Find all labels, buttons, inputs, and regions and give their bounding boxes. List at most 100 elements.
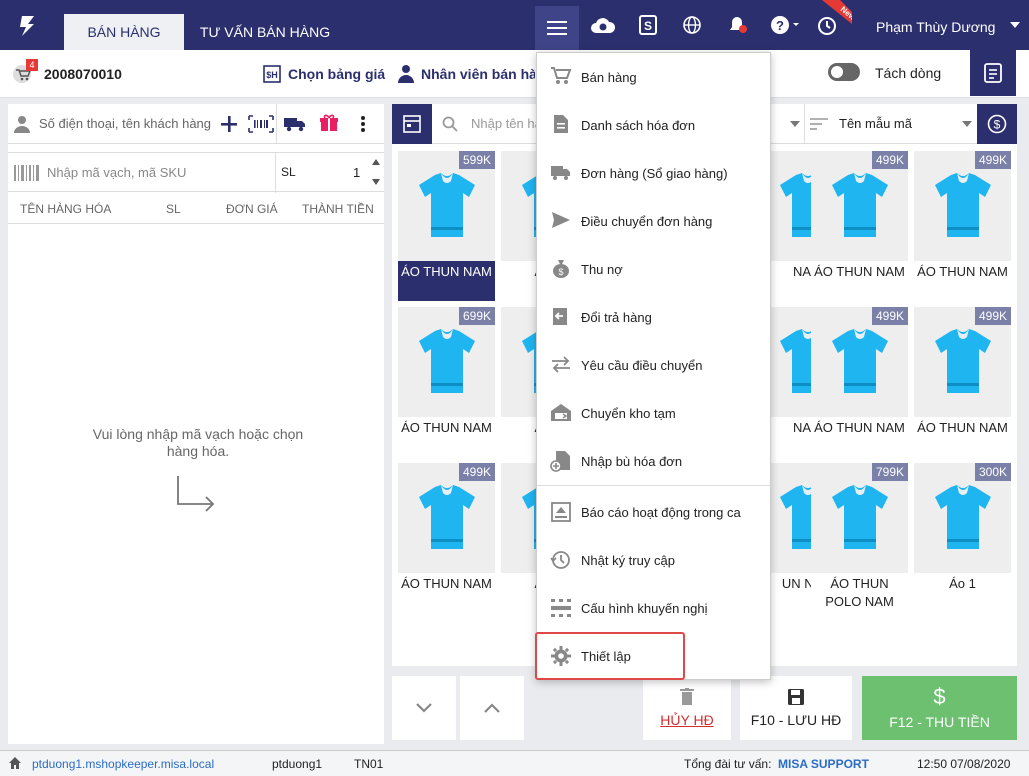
menu-item-label: Đổi trả hàng bbox=[581, 309, 652, 325]
chevron-down-icon[interactable] bbox=[962, 121, 972, 127]
price-list-icon: $H bbox=[263, 65, 281, 83]
warehouse-icon bbox=[541, 402, 581, 424]
split-line-toggle[interactable] bbox=[828, 63, 860, 81]
col-total: THÀNH TIỀN bbox=[302, 202, 374, 216]
qty-up-icon[interactable] bbox=[372, 159, 380, 165]
menu-item-send[interactable]: Điều chuyển đơn hàng bbox=[537, 197, 770, 245]
menu-item-delivery[interactable]: Đơn hàng (Sổ giao hàng) bbox=[537, 149, 770, 197]
currency-button[interactable]: $ bbox=[977, 104, 1017, 144]
save-invoice-button[interactable]: F10 - LƯU HĐ bbox=[740, 676, 852, 740]
menu-item-cart[interactable]: Bán hàng bbox=[537, 53, 770, 101]
menu-item-document[interactable]: Danh sách hóa đơn bbox=[537, 101, 770, 149]
product-name: ÁO THUN NAM bbox=[917, 420, 1008, 435]
chevron-down-icon[interactable] bbox=[1010, 22, 1020, 28]
menu-item-transfer[interactable]: Yêu cầu điều chuyển bbox=[537, 341, 770, 389]
person-icon bbox=[14, 116, 30, 133]
product-name: Áo 1 bbox=[949, 576, 976, 591]
transfer-icon bbox=[541, 354, 581, 376]
view-toggle-button[interactable] bbox=[392, 104, 432, 144]
menu-button[interactable] bbox=[535, 6, 579, 50]
globe-icon bbox=[683, 16, 701, 34]
svg-text:$: $ bbox=[558, 267, 563, 277]
barcode-scan-icon[interactable] bbox=[248, 115, 274, 133]
gift-icon[interactable] bbox=[320, 114, 338, 132]
notification-button[interactable] bbox=[723, 10, 753, 40]
pay-button[interactable]: $ F12 - THU TIỀN bbox=[862, 676, 1017, 740]
money-bag-icon: $ bbox=[541, 258, 581, 280]
sort-select[interactable]: Tên mẫu mã bbox=[839, 116, 912, 131]
staff-icon bbox=[398, 65, 414, 83]
customer-search-input[interactable]: Số điện thoại, tên khách hàng bbox=[39, 116, 211, 131]
menu-item-label: Yêu cầu điều chuyển bbox=[581, 357, 703, 373]
sales-staff-button[interactable]: Nhân viên bán hàng bbox=[421, 66, 535, 82]
menu-item-return[interactable]: Đổi trả hàng bbox=[537, 293, 770, 341]
scroll-up-button[interactable] bbox=[460, 676, 524, 740]
truck-icon[interactable] bbox=[284, 116, 306, 132]
qty-down-icon[interactable] bbox=[372, 179, 380, 185]
cart-icon bbox=[541, 66, 581, 88]
user-name[interactable]: Phạm Thùy Dương bbox=[876, 19, 995, 35]
save-label: F10 - LƯU HĐ bbox=[750, 712, 842, 728]
product-card[interactable]: 599K ÁO THUN NAM bbox=[398, 151, 495, 301]
sku-input[interactable]: Nhập mã vạch, mã SKU bbox=[47, 165, 186, 180]
help-icon: ? bbox=[771, 16, 799, 34]
product-name: ÁO THUN NAM bbox=[401, 576, 492, 591]
report-icon bbox=[541, 501, 581, 523]
col-product: TÊN HÀNG HÓA bbox=[20, 202, 112, 216]
product-card[interactable]: 499K ÁO THUN NAM bbox=[914, 151, 1011, 301]
add-invoice-icon bbox=[541, 450, 581, 472]
price-badge: 799K bbox=[871, 463, 908, 481]
add-customer-icon[interactable] bbox=[221, 116, 237, 132]
menu-item-label: Nhật ký truy cập bbox=[581, 552, 675, 568]
more-vert-icon[interactable] bbox=[360, 115, 366, 133]
help-button[interactable]: ? bbox=[764, 10, 804, 40]
menu-item-warehouse[interactable]: Chuyển kho tạm bbox=[537, 389, 770, 437]
tab-tu-van[interactable]: TƯ VẤN BÁN HÀNG bbox=[190, 14, 340, 50]
tab-ban-hang[interactable]: BÁN HÀNG bbox=[64, 14, 184, 50]
menu-item-report[interactable]: Báo cáo hoạt động trong ca bbox=[537, 488, 770, 536]
sku-bar: Nhập mã vạch, mã SKU SL 1 bbox=[8, 152, 384, 193]
money-button[interactable]: S bbox=[633, 10, 663, 40]
svg-text:$: $ bbox=[994, 118, 1001, 132]
document-list-icon bbox=[984, 63, 1002, 83]
price-badge: 300K bbox=[974, 463, 1011, 481]
svg-text:S: S bbox=[644, 19, 652, 33]
qty-value[interactable]: 1 bbox=[353, 165, 360, 180]
menu-item-label: Bán hàng bbox=[581, 69, 637, 85]
product-card[interactable]: 499K ÁO THUN NAM bbox=[811, 307, 908, 457]
hotline-link[interactable]: MISA SUPPORT bbox=[778, 757, 869, 771]
product-card[interactable]: 499K ÁO THUN NAM bbox=[811, 151, 908, 301]
product-card[interactable]: 699K ÁO THUN NAM bbox=[398, 307, 495, 457]
cart-table-header: TÊN HÀNG HÓA SL ĐƠN GIÁ THÀNH TIỀN bbox=[8, 192, 384, 224]
product-card[interactable]: 499K ÁO THUN NAM bbox=[398, 463, 495, 613]
menu-item-config[interactable]: Cấu hình khuyến nghị bbox=[537, 584, 770, 632]
status-url[interactable]: ptduong1.mshopkeeper.misa.local bbox=[32, 757, 214, 771]
money-icon: S bbox=[639, 15, 657, 35]
language-button[interactable] bbox=[677, 10, 707, 40]
menu-item-gear[interactable]: Thiết lập bbox=[535, 632, 685, 680]
choose-price-list-button[interactable]: Chọn bảng giá bbox=[288, 66, 385, 82]
document-icon bbox=[541, 114, 581, 136]
quantity-stepper[interactable]: SL 1 bbox=[275, 153, 384, 193]
gear-icon bbox=[541, 645, 581, 667]
order-detail-button[interactable] bbox=[970, 50, 1016, 96]
menu-item-history[interactable]: Nhật ký truy cập bbox=[537, 536, 770, 584]
scroll-down-button[interactable] bbox=[392, 676, 456, 740]
dollar-circle-icon: $ bbox=[987, 114, 1007, 134]
menu-item-money-bag[interactable]: $ Thu nợ bbox=[537, 245, 770, 293]
hamburger-icon bbox=[547, 21, 567, 35]
home-icon bbox=[9, 757, 21, 769]
product-card[interactable]: 799K ÁO THUN POLO NAM bbox=[811, 463, 908, 613]
cancel-invoice-button[interactable]: HỦY HĐ bbox=[643, 676, 731, 740]
dollar-icon: $ bbox=[933, 684, 946, 709]
product-card[interactable]: 499K ÁO THUN NAM bbox=[914, 307, 1011, 457]
chevron-down-icon[interactable] bbox=[790, 121, 800, 127]
price-badge: 499K bbox=[974, 151, 1011, 169]
cloud-sync-button[interactable] bbox=[588, 10, 618, 40]
split-line-label: Tách dòng bbox=[875, 65, 942, 81]
menu-item-add-invoice[interactable]: Nhập bù hóa đơn bbox=[537, 437, 770, 485]
send-icon bbox=[541, 210, 581, 232]
menu-item-label: Báo cáo hoạt động trong ca bbox=[581, 504, 741, 520]
menu-item-label: Cấu hình khuyến nghị bbox=[581, 600, 708, 616]
product-card[interactable]: 300K Áo 1 bbox=[914, 463, 1011, 613]
